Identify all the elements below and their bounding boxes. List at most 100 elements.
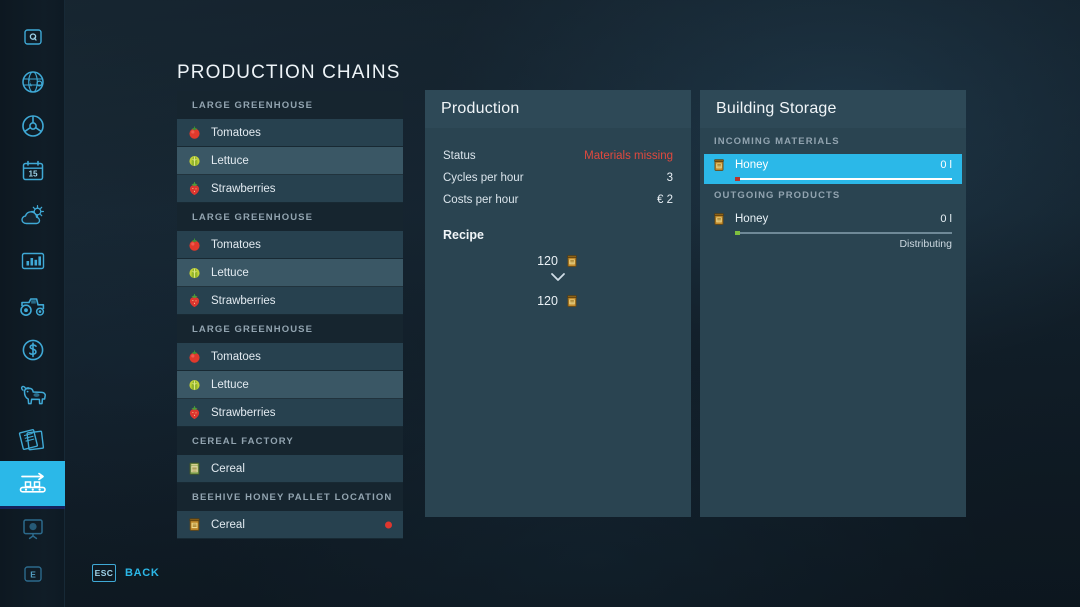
- sidebar-item-vehicles[interactable]: [0, 103, 65, 148]
- key-e-icon: E: [21, 562, 45, 586]
- storage-item-name: Honey: [735, 213, 940, 225]
- chain-item-label: Strawberries: [211, 407, 276, 419]
- storage-item-name: Honey: [735, 159, 940, 171]
- recipe-heading: Recipe: [443, 228, 673, 242]
- production-stat-value: 3: [667, 172, 673, 184]
- chain-list-item[interactable]: Cereal: [177, 455, 403, 483]
- sidebar-item-statistics[interactable]: [0, 238, 65, 283]
- chain-list-item[interactable]: Strawberries: [177, 287, 403, 315]
- chain-item-label: Strawberries: [211, 295, 276, 307]
- production-stats-list: StatusMaterials missingCycles per hour3C…: [443, 150, 673, 206]
- sidebar-item-machinery[interactable]: [0, 283, 65, 328]
- sidebar-item-weather[interactable]: [0, 193, 65, 238]
- storage-row[interactable]: Honey0 l: [704, 154, 962, 184]
- chain-list-item[interactable]: Tomatoes: [177, 343, 403, 371]
- tractor-icon: [18, 295, 48, 317]
- chain-item-label: Lettuce: [211, 379, 249, 391]
- sidebar-item-interact[interactable]: E: [0, 551, 65, 596]
- chain-item-label: Lettuce: [211, 155, 249, 167]
- sidebar-item-calendar[interactable]: 15: [0, 148, 65, 193]
- storage-row[interactable]: Honey0 lDistributing: [704, 208, 962, 238]
- chain-item-label: Tomatoes: [211, 239, 261, 251]
- production-stat-label: Status: [443, 150, 476, 162]
- sidebar-item-map-overview[interactable]: [0, 59, 65, 104]
- storage-section-header: INCOMING MATERIALS: [700, 130, 966, 152]
- weather-icon: [19, 203, 47, 229]
- tomato-icon: [187, 237, 202, 252]
- chain-item-label: Cereal: [211, 463, 245, 475]
- chevron-down-icon: [443, 272, 673, 282]
- page-title: PRODUCTION CHAINS: [177, 62, 401, 84]
- steering-wheel-icon: [19, 112, 47, 140]
- production-stat-row: Cycles per hour 3: [443, 172, 673, 184]
- recipe-input-row: 120: [443, 254, 673, 268]
- esc-key-badge[interactable]: ESC: [92, 564, 116, 582]
- strawberry-icon: [187, 293, 202, 308]
- cow-icon: [18, 383, 48, 407]
- production-panel-body: StatusMaterials missingCycles per hour3C…: [425, 128, 691, 517]
- honey-jar-icon: [565, 294, 579, 308]
- honey-jar-icon: [712, 212, 726, 226]
- storage-capacity-bar: [735, 232, 952, 234]
- chain-list-item[interactable]: Strawberries: [177, 175, 403, 203]
- globe-icon: [19, 68, 47, 96]
- tomato-icon: [187, 349, 202, 364]
- sidebar-item-animals[interactable]: [0, 372, 65, 417]
- chain-list-item[interactable]: Lettuce: [177, 147, 403, 175]
- chain-item-label: Lettuce: [211, 267, 249, 279]
- chain-list-item[interactable]: Cereal: [177, 511, 403, 539]
- sidebar-item-construction[interactable]: [0, 506, 65, 551]
- chain-group-header: BEEHIVE HONEY PALLET LOCATION: [177, 483, 403, 511]
- storage-capacity-fill: [735, 177, 740, 181]
- chain-item-label: Cereal: [211, 519, 245, 531]
- key-q-icon: [21, 25, 45, 49]
- chain-item-label: Tomatoes: [211, 351, 261, 363]
- storage-capacity-bar: [735, 178, 952, 180]
- production-panel: Production Status Materials missing Cycles…: [425, 90, 691, 517]
- chain-group-header: LARGE GREENHOUSE: [177, 315, 403, 343]
- chain-group-label: BEEHIVE HONEY PALLET LOCATION: [192, 492, 392, 503]
- dollar-circle-icon: [20, 337, 46, 363]
- storage-item-amount: 0 l: [940, 213, 952, 225]
- production-stat-label: Cycles per hour: [443, 172, 524, 184]
- chain-list-item[interactable]: Tomatoes: [177, 119, 403, 147]
- chain-list-item[interactable]: Tomatoes: [177, 231, 403, 259]
- production-stat-value: € 2: [657, 194, 673, 206]
- tomato-icon: [187, 125, 202, 140]
- documents-icon: [18, 426, 48, 452]
- honey-jar-icon: [565, 254, 579, 268]
- sidebar-item-production-chains[interactable]: [0, 461, 65, 506]
- sidebar-item-finances[interactable]: [0, 327, 65, 372]
- production-panel-title: Production: [425, 90, 691, 128]
- chain-group-header: CEREAL FACTORY: [177, 427, 403, 455]
- storage-capacity-fill: [735, 231, 740, 235]
- chain-list-item[interactable]: Lettuce: [177, 259, 403, 287]
- lettuce-icon: [187, 153, 202, 168]
- production-stat-value: Materials missing: [584, 150, 673, 162]
- chain-group-label: LARGE GREENHOUSE: [192, 324, 313, 335]
- recipe-input-amount: 120: [537, 254, 558, 268]
- svg-text:E: E: [30, 569, 36, 579]
- honey-jar-icon: [187, 517, 202, 532]
- chain-group-label: CEREAL FACTORY: [192, 436, 294, 447]
- storage-section-header: OUTGOING PRODUCTS: [700, 184, 966, 206]
- status-badge: [385, 521, 392, 528]
- chain-group-label: LARGE GREENHOUSE: [192, 100, 313, 111]
- chain-item-label: Strawberries: [211, 183, 276, 195]
- sidebar-rail: 15 E: [0, 0, 65, 607]
- chain-list-item[interactable]: Lettuce: [177, 371, 403, 399]
- recipe-output-amount: 120: [537, 294, 558, 308]
- chain-list-item[interactable]: Strawberries: [177, 399, 403, 427]
- sidebar-item-help[interactable]: [0, 14, 65, 59]
- cereal-box-icon: [187, 461, 202, 476]
- production-stat-row: Costs per hour€ 2: [443, 194, 673, 206]
- strawberry-icon: [187, 405, 202, 420]
- conveyor-belt-icon: [16, 470, 50, 498]
- honey-jar-icon: [712, 158, 726, 172]
- back-button-label[interactable]: BACK: [125, 567, 160, 579]
- presentation-icon: [20, 516, 46, 542]
- calendar-15-icon: 15: [20, 158, 46, 184]
- footer-bar: ESC BACK: [92, 564, 160, 582]
- sidebar-item-contracts[interactable]: [0, 416, 65, 461]
- lettuce-icon: [187, 265, 202, 280]
